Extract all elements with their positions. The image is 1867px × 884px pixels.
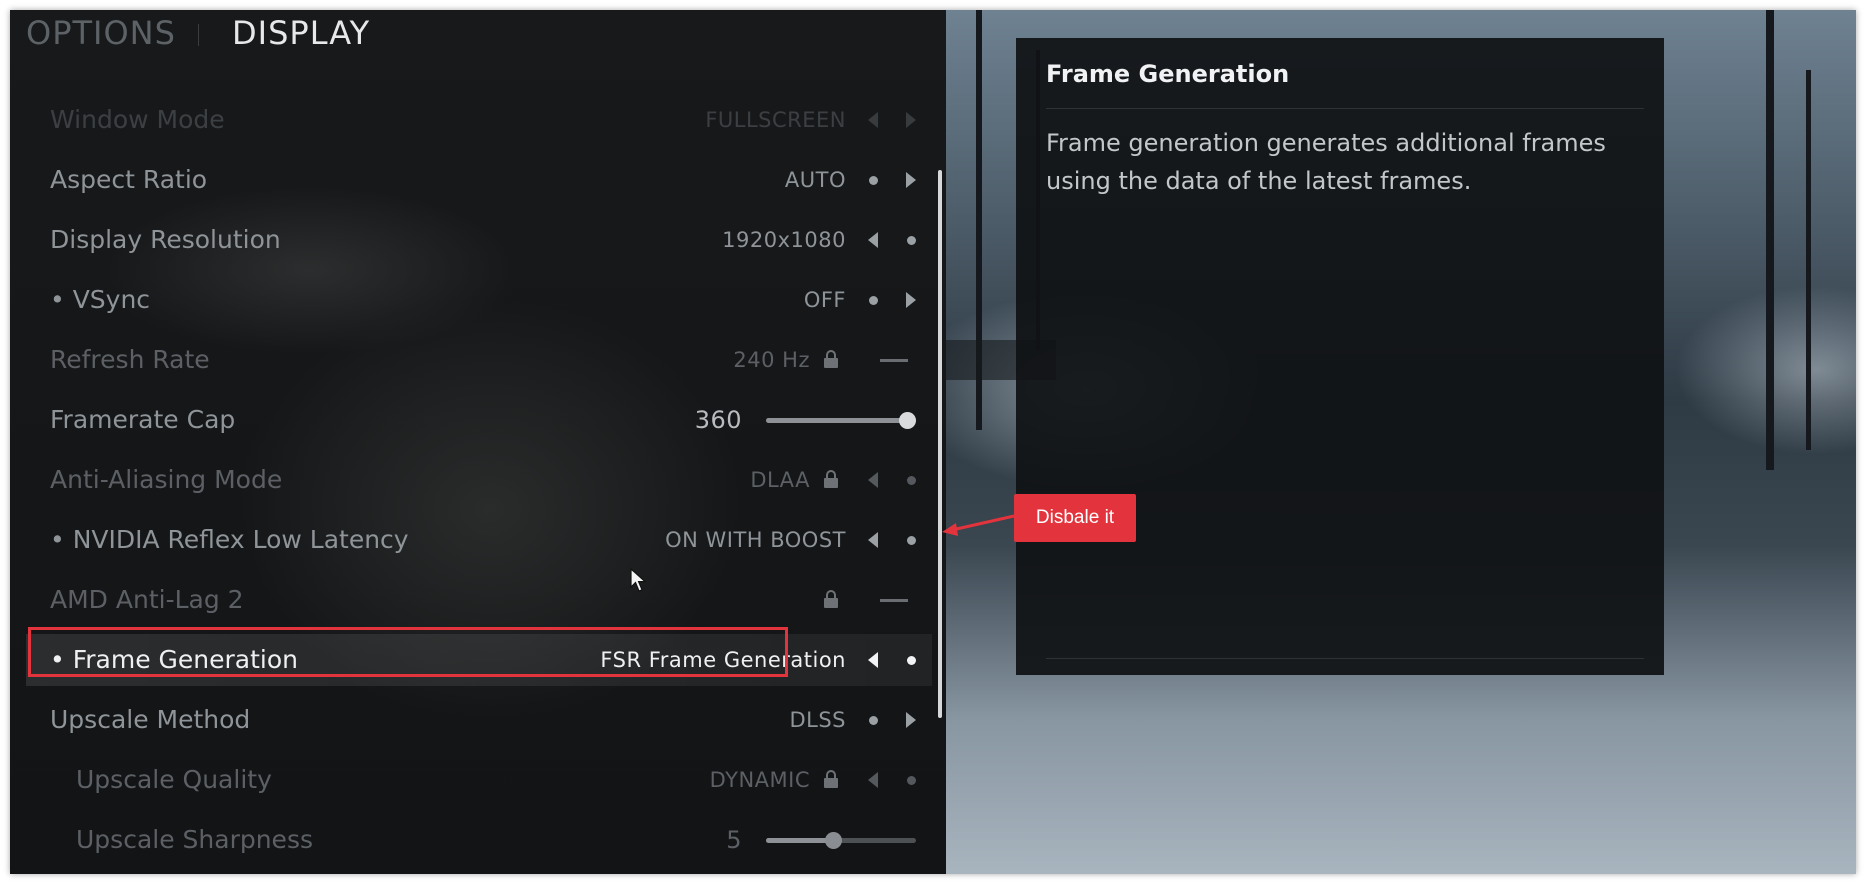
setting-row-upscale-method[interactable]: Upscale Method DLSS <box>26 694 932 746</box>
arrow-right-icon[interactable] <box>906 172 916 188</box>
slider-knob[interactable] <box>899 412 916 429</box>
setting-value: 1920x1080 <box>722 228 846 252</box>
dot-icon <box>907 656 916 665</box>
tab-options[interactable]: OPTIONS <box>26 14 176 52</box>
arrow-left-icon[interactable] <box>868 232 878 248</box>
arrow-right-icon[interactable] <box>906 712 916 728</box>
info-description: Frame generation generates additional fr… <box>1046 129 1606 195</box>
slider-knob[interactable] <box>825 832 842 849</box>
dot-icon <box>907 236 916 245</box>
setting-label: Anti-Aliasing Mode <box>50 465 283 494</box>
framerate-cap-slider[interactable] <box>766 412 916 429</box>
arrow-left-icon[interactable] <box>868 772 878 788</box>
setting-value: DLAA <box>750 468 810 492</box>
cursor-icon <box>630 568 647 592</box>
setting-row-upscale-sharpness[interactable]: Upscale Sharpness 5 <box>26 814 932 866</box>
info-panel: Frame Generation Frame generation genera… <box>1016 38 1664 675</box>
arrow-left-icon[interactable] <box>868 532 878 548</box>
setting-row-display-resolution[interactable]: Display Resolution 1920x1080 <box>26 214 932 266</box>
setting-value: DYNAMIC <box>709 768 810 792</box>
setting-row-nvidia-reflex[interactable]: • NVIDIA Reflex Low Latency ON WITH BOOS… <box>26 514 932 566</box>
setting-label: • NVIDIA Reflex Low Latency <box>50 525 409 554</box>
info-title: Frame Generation <box>1046 60 1290 88</box>
scrollbar[interactable] <box>938 170 942 718</box>
setting-row-vsync[interactable]: • VSync OFF <box>26 274 932 326</box>
lock-icon <box>824 350 838 368</box>
setting-label: Refresh Rate <box>50 345 210 374</box>
setting-label: Upscale Method <box>50 705 251 734</box>
annotation-text: Disbale it <box>1035 507 1115 528</box>
setting-value: 5 <box>726 826 742 854</box>
slider-fill <box>766 838 834 843</box>
dot-icon <box>869 296 878 305</box>
dot-icon <box>907 776 916 785</box>
setting-label: Upscale Quality <box>76 765 272 794</box>
setting-value: FULLSCREEN <box>705 108 846 132</box>
setting-row-aspect-ratio[interactable]: Aspect Ratio AUTO <box>26 154 932 206</box>
dot-icon <box>907 476 916 485</box>
arrow-left-icon[interactable] <box>868 112 878 128</box>
setting-row-amd-anti-lag[interactable]: AMD Anti-Lag 2 <box>26 574 932 626</box>
slider-fill <box>766 418 916 423</box>
tab-separator <box>198 24 199 46</box>
setting-row-upscale-quality[interactable]: Upscale Quality DYNAMIC <box>26 754 932 806</box>
dot-icon <box>869 176 878 185</box>
setting-value: OFF <box>803 288 846 312</box>
game-window: OPTIONS DISPLAY Window Mode FULLSCREEN A… <box>10 10 1856 874</box>
setting-value: DLSS <box>789 708 846 732</box>
settings-panel: OPTIONS DISPLAY Window Mode FULLSCREEN A… <box>10 10 946 874</box>
arrow-left-icon[interactable] <box>868 472 878 488</box>
tab-display[interactable]: DISPLAY <box>232 14 370 52</box>
setting-label: Aspect Ratio <box>50 165 208 194</box>
setting-value: AUTO <box>784 168 846 192</box>
lock-icon <box>824 590 838 608</box>
setting-label: Window Mode <box>50 105 225 134</box>
setting-value: 360 <box>694 406 742 434</box>
setting-row-refresh-rate[interactable]: Refresh Rate 240 Hz <box>26 334 932 386</box>
highlight-box <box>28 627 788 677</box>
annotation-callout: Disbale it <box>1014 494 1136 542</box>
setting-row-window-mode[interactable]: Window Mode FULLSCREEN <box>26 94 932 146</box>
divider <box>1046 658 1644 659</box>
dash-icon <box>880 599 908 602</box>
setting-label: • VSync <box>50 285 151 314</box>
setting-label: Framerate Cap <box>50 405 236 434</box>
arrow-right-icon[interactable] <box>906 292 916 308</box>
dot-icon <box>907 536 916 545</box>
setting-label: Display Resolution <box>50 225 281 254</box>
arrow-left-icon[interactable] <box>868 652 878 668</box>
setting-label: Upscale Sharpness <box>76 825 313 854</box>
divider <box>1046 108 1644 109</box>
dot-icon <box>869 716 878 725</box>
setting-label: AMD Anti-Lag 2 <box>50 585 244 614</box>
dash-icon <box>880 359 908 362</box>
lock-icon <box>824 770 838 788</box>
setting-value: 240 Hz <box>733 348 810 372</box>
arrow-right-icon[interactable] <box>906 112 916 128</box>
setting-row-framerate-cap[interactable]: Framerate Cap 360 <box>26 394 932 446</box>
setting-value: ON WITH BOOST <box>665 528 846 552</box>
upscale-sharpness-slider[interactable] <box>766 832 916 849</box>
setting-row-anti-aliasing-mode[interactable]: Anti-Aliasing Mode DLAA <box>26 454 932 506</box>
lock-icon <box>824 470 838 488</box>
